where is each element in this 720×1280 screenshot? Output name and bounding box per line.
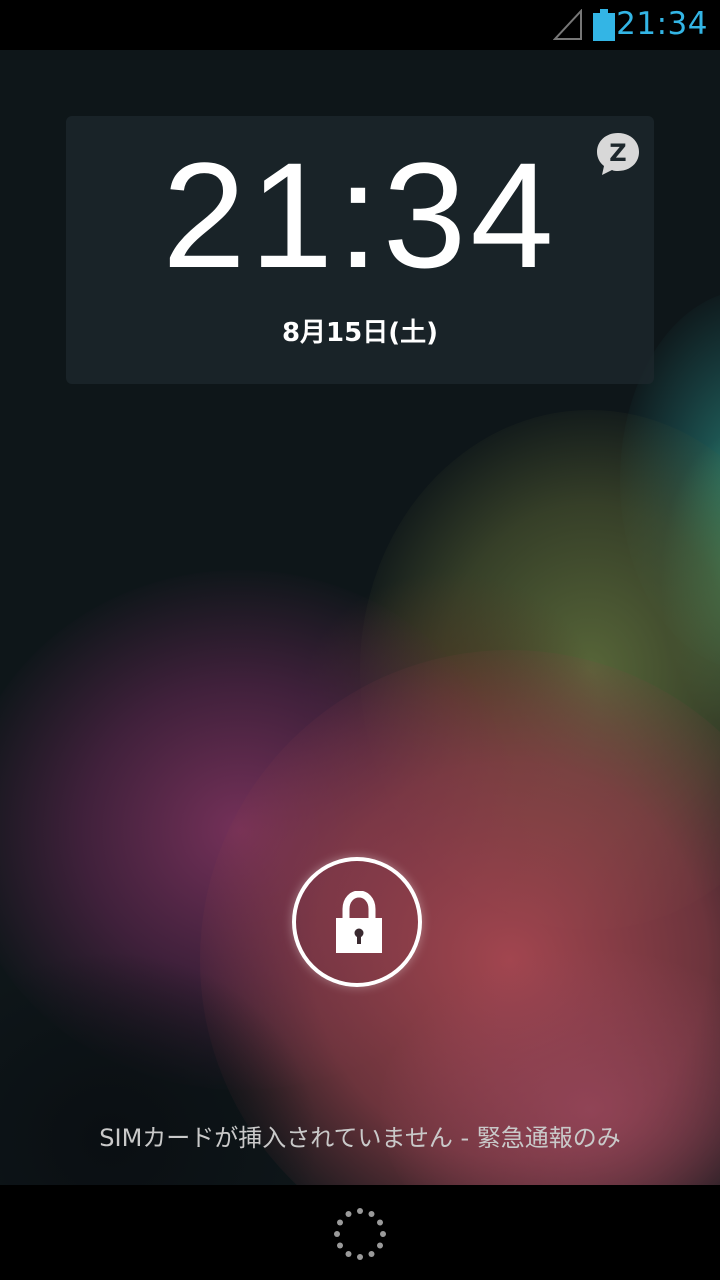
lock-screen: 21:34 21:34 8月15日(土) Z SIMカードが挿入されていません … xyxy=(0,0,720,1280)
battery-icon xyxy=(593,9,615,41)
clock-time: 21:34 xyxy=(162,131,558,299)
status-bar-time: 21:34 xyxy=(616,6,708,42)
widget-badge-letter: Z xyxy=(609,139,626,167)
unlock-ring-button[interactable] xyxy=(292,857,422,987)
widget-badge-icon: Z xyxy=(597,133,639,175)
clock-widget[interactable]: 21:34 8月15日(土) Z xyxy=(66,116,654,384)
loading-spinner-icon xyxy=(334,1208,386,1260)
lock-icon xyxy=(336,891,382,953)
status-bar: 21:34 xyxy=(0,0,720,50)
signal-icon xyxy=(553,9,582,40)
clock-date: 8月15日(土) xyxy=(281,318,439,348)
navigation-bar xyxy=(0,1185,720,1280)
carrier-status-text: SIMカードが挿入されていません - 緊急通報のみ xyxy=(99,1124,621,1152)
